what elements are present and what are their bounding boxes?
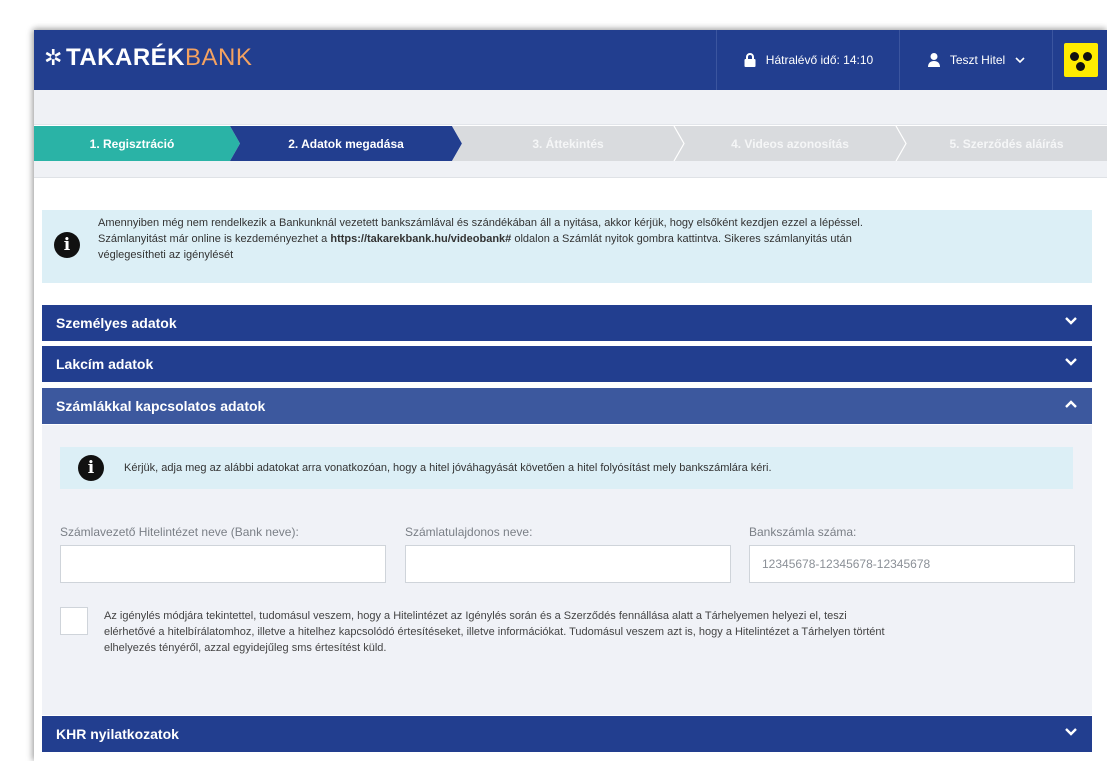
timer-label: Hátralévő idő: 14:10 — [765, 53, 874, 67]
consent-text: Az igénylés módjára tekintettel, tudomás… — [104, 610, 885, 654]
user-menu[interactable]: Teszt Hitel — [899, 30, 1053, 90]
step-overview: 3. Áttekintés — [532, 136, 604, 151]
disbursement-info: i Kérjük, adja meg az alábbi adatokat ar… — [60, 447, 1073, 489]
account-number-input[interactable]: 12345678-12345678-12345678 — [749, 545, 1075, 583]
info-line-2: Számlanyitást már online is kezdeményezh… — [98, 233, 852, 245]
bank-name-label: Számlavezető Hitelintézet neve (Bank nev… — [60, 525, 299, 539]
chevron-down-icon — [1065, 358, 1077, 366]
bank-name-input[interactable] — [60, 545, 386, 583]
section-address-data[interactable]: Lakcím adatok — [42, 346, 1092, 382]
steps-bottom-band — [34, 161, 1107, 178]
chevron-down-icon — [1065, 728, 1077, 736]
section-personal-data[interactable]: Személyes adatok — [42, 305, 1092, 341]
step-registration[interactable]: 1. Regisztráció — [34, 126, 230, 161]
account-owner-input[interactable] — [405, 545, 731, 583]
info-icon: i — [78, 455, 104, 481]
user-name: Teszt Hitel — [949, 53, 1006, 67]
progress-steps: 1. Regisztráció 2. Adatok megadása 3. Át… — [34, 126, 1107, 161]
takarekbank-logo[interactable]: ✲ TAKARÉK BANK — [44, 43, 252, 73]
accessibility-button[interactable] — [1063, 43, 1098, 77]
chevron-up-icon — [1065, 400, 1077, 408]
info-icon: i — [54, 232, 80, 258]
videobank-link[interactable]: https://takarekbank.hu/videobank# — [330, 233, 511, 245]
step-contract-signing: 5. Szerződés aláírás — [949, 136, 1064, 151]
lock-icon — [744, 53, 756, 67]
section-account-data[interactable]: Számlákkal kapcsolatos adatok — [42, 388, 1092, 424]
consent-checkbox[interactable] — [60, 607, 88, 635]
sub-header-band — [34, 90, 1107, 125]
top-header: ✲ TAKARÉK BANK Hátralévő idő: 14:10 Teszt… — [34, 30, 1107, 90]
info-line-1: Amennyiben még nem rendelkezik a Bankunk… — [98, 217, 863, 229]
account-opening-info: i Amennyiben még nem rendelkezik a Banku… — [42, 210, 1092, 283]
session-timer: Hátralévő idő: 14:10 — [716, 30, 900, 90]
chevron-down-icon — [1065, 317, 1077, 325]
section-khr-declarations[interactable]: KHR nyilatkozatok — [42, 716, 1092, 752]
account-data-panel: i Kérjük, adja meg az alábbi adatokat ar… — [42, 425, 1092, 715]
accessibility-area — [1052, 30, 1107, 90]
account-number-label: Bankszámla száma: — [749, 525, 857, 539]
browser-page: ✲ TAKARÉK BANK Hátralévő idő: 14:10 Teszt… — [34, 30, 1107, 761]
account-owner-label: Számlatulajdonos neve: — [405, 525, 533, 539]
info-line-3: véglegesítheti az igénylését — [98, 249, 234, 261]
logo-mark-icon: ✲ — [44, 45, 63, 70]
chevron-down-icon — [1015, 56, 1025, 63]
step-data-entry[interactable]: 2. Adatok megadása — [240, 126, 452, 161]
step-video-identification: 4. Videos azonosítás — [731, 136, 849, 151]
user-icon — [927, 53, 940, 67]
